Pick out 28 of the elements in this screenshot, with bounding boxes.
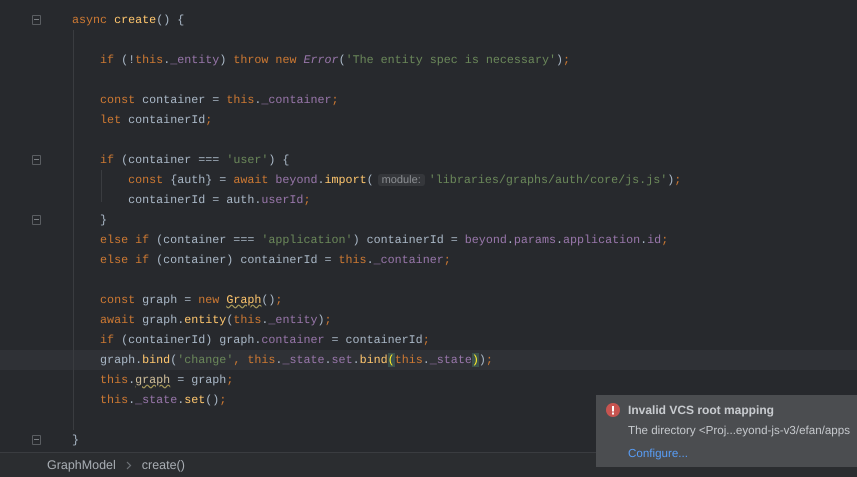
chevron-icon (126, 460, 132, 470)
code-line: else if (container) containerId = this._container; (100, 252, 451, 268)
code-line: let containerId; (100, 112, 212, 128)
error-icon (606, 403, 620, 417)
code-line: const graph = new Graph(); (100, 292, 282, 308)
notification-message: The directory <Proj...eyond-js-v3/efan/apps (628, 423, 852, 439)
fold-marker-icon[interactable] (32, 435, 41, 445)
code-line: if (containerId) graph.container = containerId; (100, 332, 430, 348)
code-line: async create() { (72, 12, 184, 28)
breadcrumb-item[interactable]: create() (142, 456, 185, 474)
code-line: if (container === 'user') { (100, 152, 290, 168)
code-line: await graph.entity(this._entity); (100, 312, 332, 328)
code-line: else if (container === 'application') containerId = beyond.params.application.id; (100, 232, 668, 248)
notification-title: Invalid VCS root mapping (628, 402, 774, 419)
code-line: containerId = auth.userId; (128, 192, 310, 208)
code-line: this.graph = graph; (100, 372, 234, 388)
code-line: const container = this._container; (100, 92, 339, 108)
code-line: graph.bind('change', this._state.set.bind(this._state)); (100, 352, 493, 368)
fold-marker-icon[interactable] (32, 155, 41, 165)
code-line: if (!this._entity) throw new Error('The entity spec is necessary'); (100, 52, 570, 68)
code-line: } (100, 212, 108, 228)
code-line: } (72, 432, 80, 448)
configure-link[interactable]: Configure... (628, 447, 688, 460)
fold-marker-icon[interactable] (32, 215, 41, 225)
code-line: const {auth} = await beyond.import( module: 'libraries/graphs/auth/core/js.js'); (128, 172, 682, 188)
code-line: this._state.set(); (100, 392, 226, 408)
breadcrumb-item[interactable]: GraphModel (47, 456, 116, 474)
fold-marker-icon[interactable] (32, 15, 41, 25)
